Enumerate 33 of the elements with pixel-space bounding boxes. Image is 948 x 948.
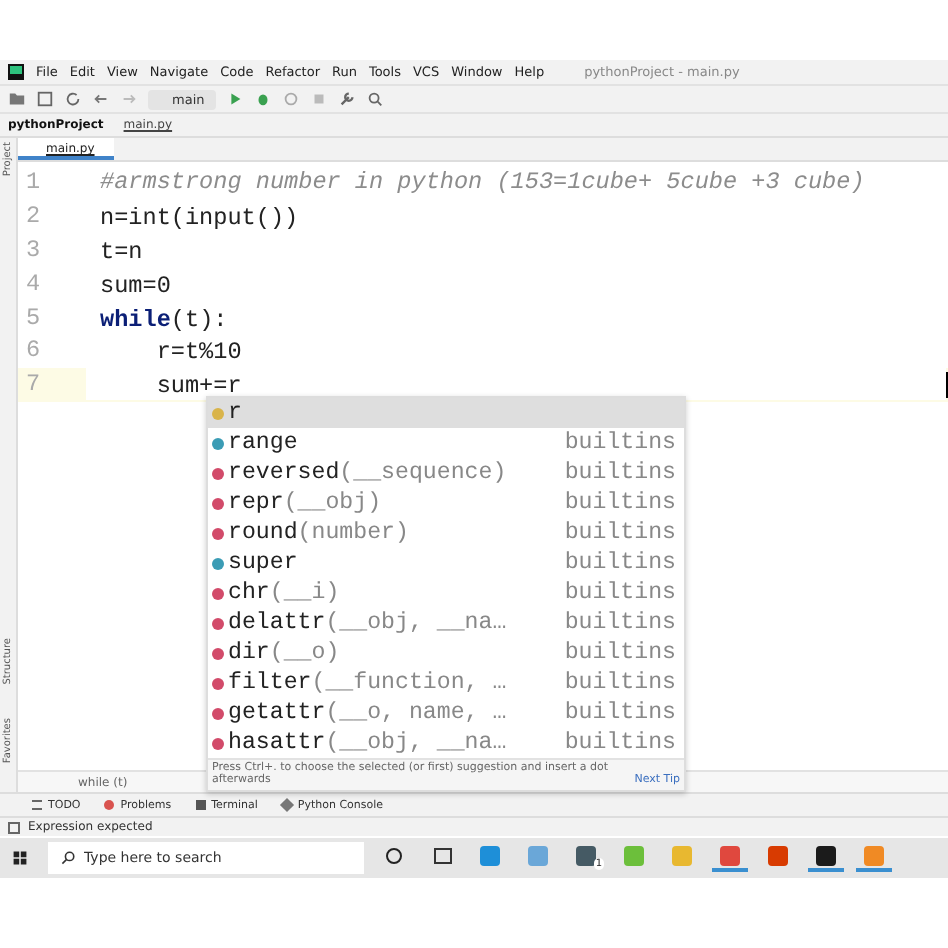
- line-number: 5: [24, 303, 43, 332]
- completion-item[interactable]: hasattr(__obj, __na… builtins: [208, 728, 684, 758]
- line-number: 1: [24, 168, 43, 197]
- completion-item[interactable]: r: [208, 398, 684, 428]
- line-number: 7: [24, 370, 43, 399]
- line-number: 3: [24, 235, 43, 264]
- refresh-icon[interactable]: [64, 90, 82, 108]
- folder-icon[interactable]: [8, 90, 26, 108]
- completion-item[interactable]: getattr(__o, name, … builtins: [208, 698, 684, 728]
- run-icon[interactable]: [226, 90, 245, 108]
- completion-item[interactable]: filter(__function, … builtins: [208, 668, 684, 698]
- completion-item[interactable]: reversed(__sequence) builtins: [208, 458, 684, 488]
- coverage-icon[interactable]: [282, 90, 301, 108]
- line-number: 2: [24, 202, 43, 231]
- taskbar-app-icon[interactable]: [808, 840, 844, 876]
- completion-item[interactable]: dir(__o) builtins: [208, 638, 684, 668]
- wrench-icon[interactable]: [338, 90, 357, 108]
- line-number: 4: [24, 269, 43, 298]
- code-line: #armstrong number in python (153=1cube+ 5cube +3 cube): [98, 168, 865, 197]
- search-icon[interactable]: [366, 90, 385, 108]
- completion-item[interactable]: range builtins: [208, 428, 684, 458]
- save-icon[interactable]: [36, 90, 54, 108]
- completion-item[interactable]: super builtins: [208, 548, 684, 578]
- completion-item[interactable]: delattr(__obj, __na… builtins: [208, 608, 684, 638]
- search-icon: [60, 850, 76, 866]
- debug-icon[interactable]: [254, 90, 273, 108]
- start-icon[interactable]: [12, 850, 28, 866]
- completion-item[interactable]: chr(__i) builtins: [208, 578, 684, 608]
- app-logo-icon: [8, 64, 24, 80]
- back-arrow-icon[interactable]: [92, 90, 110, 108]
- completion-item[interactable]: repr(__obj) builtins: [208, 488, 684, 518]
- completion-item[interactable]: round(number) builtins: [208, 518, 684, 548]
- line-number: 6: [24, 336, 43, 365]
